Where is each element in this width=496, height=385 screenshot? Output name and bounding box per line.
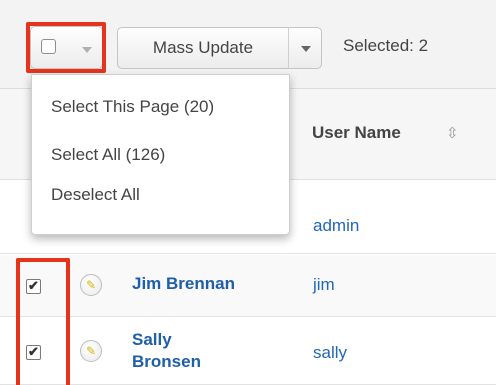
mass-update-dropdown-button[interactable]	[288, 27, 322, 69]
menu-item-select-this-page[interactable]: Select This Page (20)	[51, 97, 214, 117]
chevron-down-icon	[301, 46, 311, 52]
full-name-link[interactable]: Jim Brennan	[132, 273, 235, 295]
column-header-user-name[interactable]: User Name	[312, 123, 401, 143]
highlight-box-row-checkboxes	[16, 258, 70, 385]
pencil-icon[interactable]: ✎	[80, 274, 102, 296]
table-row: ✔ ✎ Sally Bronsen sally	[0, 318, 496, 385]
mass-update-button[interactable]: Mass Update	[117, 27, 289, 69]
highlight-box-select-control	[26, 22, 106, 73]
select-dropdown-menu: Select This Page (20) Select All (126) D…	[31, 74, 290, 235]
sort-icon[interactable]: ⇳	[446, 124, 459, 142]
table-row: ✔ ✎ Jim Brennan jim	[0, 255, 496, 317]
pencil-icon[interactable]: ✎	[80, 340, 102, 362]
user-name-link[interactable]: admin	[313, 216, 359, 236]
full-name-link[interactable]: Sally Bronsen	[132, 329, 201, 373]
menu-item-select-all[interactable]: Select All (126)	[51, 145, 165, 165]
menu-item-deselect-all[interactable]: Deselect All	[51, 185, 140, 205]
user-name-link[interactable]: sally	[313, 343, 347, 363]
user-name-link[interactable]: jim	[313, 275, 335, 295]
selected-count: Selected: 2	[343, 36, 429, 55]
